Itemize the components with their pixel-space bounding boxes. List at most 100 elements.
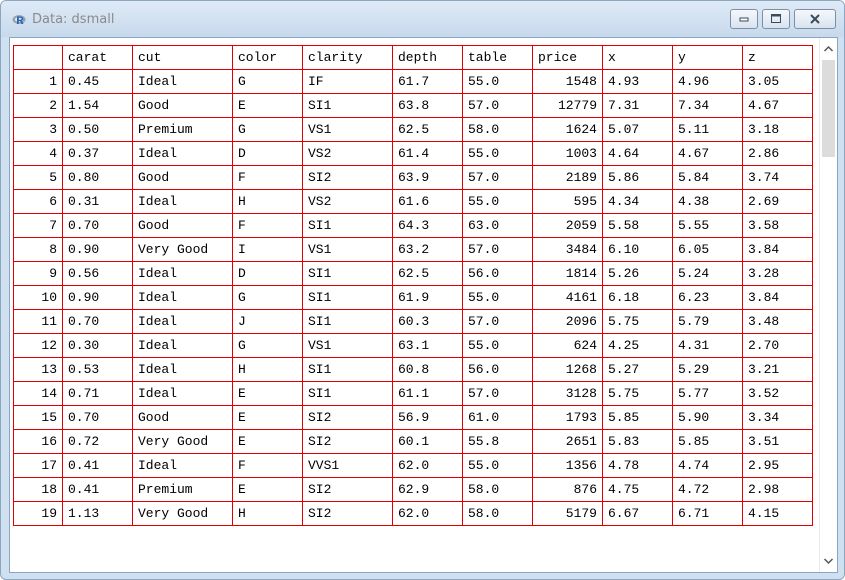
row-name-cell[interactable]: 9 <box>13 261 63 286</box>
cell-table[interactable]: 55.0 <box>462 141 533 166</box>
cell-z[interactable]: 4.15 <box>742 501 813 526</box>
row-name-cell[interactable]: 5 <box>13 165 63 190</box>
column-header-color[interactable]: color <box>232 45 303 70</box>
cell-z[interactable]: 3.28 <box>742 261 813 286</box>
cell-color[interactable]: H <box>232 501 303 526</box>
cell-cut[interactable]: Ideal <box>132 333 233 358</box>
cell-depth[interactable]: 62.0 <box>392 501 463 526</box>
column-header-x[interactable]: x <box>602 45 673 70</box>
cell-price[interactable]: 1268 <box>532 357 603 382</box>
scrollbar-thumb[interactable] <box>822 60 835 157</box>
cell-depth[interactable]: 62.9 <box>392 477 463 502</box>
cell-cut[interactable]: Good <box>132 93 233 118</box>
cell-clarity[interactable]: SI1 <box>302 285 393 310</box>
vertical-scrollbar[interactable] <box>819 38 837 572</box>
cell-y[interactable]: 4.31 <box>672 333 743 358</box>
cell-table[interactable]: 56.0 <box>462 357 533 382</box>
cell-z[interactable]: 3.58 <box>742 213 813 238</box>
cell-depth[interactable]: 61.4 <box>392 141 463 166</box>
cell-price[interactable]: 1356 <box>532 453 603 478</box>
cell-carat[interactable]: 0.72 <box>62 429 133 454</box>
cell-clarity[interactable]: SI2 <box>302 405 393 430</box>
cell-color[interactable]: H <box>232 357 303 382</box>
cell-y[interactable]: 6.05 <box>672 237 743 262</box>
cell-depth[interactable]: 63.8 <box>392 93 463 118</box>
cell-carat[interactable]: 0.31 <box>62 189 133 214</box>
column-header-z[interactable]: z <box>742 45 813 70</box>
cell-x[interactable]: 5.86 <box>602 165 673 190</box>
cell-table[interactable]: 55.0 <box>462 453 533 478</box>
cell-carat[interactable]: 0.41 <box>62 453 133 478</box>
cell-carat[interactable]: 0.45 <box>62 69 133 94</box>
cell-cut[interactable]: Ideal <box>132 141 233 166</box>
row-name-cell[interactable]: 13 <box>13 357 63 382</box>
cell-color[interactable]: H <box>232 189 303 214</box>
cell-table[interactable]: 58.0 <box>462 501 533 526</box>
cell-depth[interactable]: 60.1 <box>392 429 463 454</box>
cell-depth[interactable]: 63.2 <box>392 237 463 262</box>
cell-x[interactable]: 5.83 <box>602 429 673 454</box>
cell-y[interactable]: 5.77 <box>672 381 743 406</box>
cell-color[interactable]: G <box>232 333 303 358</box>
cell-z[interactable]: 2.86 <box>742 141 813 166</box>
cell-cut[interactable]: Very Good <box>132 237 233 262</box>
cell-carat[interactable]: 0.53 <box>62 357 133 382</box>
cell-color[interactable]: F <box>232 453 303 478</box>
cell-cut[interactable]: Ideal <box>132 189 233 214</box>
cell-carat[interactable]: 0.90 <box>62 237 133 262</box>
cell-price[interactable]: 2651 <box>532 429 603 454</box>
cell-y[interactable]: 7.34 <box>672 93 743 118</box>
row-name-cell[interactable]: 3 <box>13 117 63 142</box>
cell-z[interactable]: 3.21 <box>742 357 813 382</box>
cell-color[interactable]: G <box>232 69 303 94</box>
cell-price[interactable]: 3484 <box>532 237 603 262</box>
cell-clarity[interactable]: VS1 <box>302 333 393 358</box>
cell-x[interactable]: 5.75 <box>602 309 673 334</box>
cell-table[interactable]: 55.8 <box>462 429 533 454</box>
cell-z[interactable]: 3.48 <box>742 309 813 334</box>
cell-color[interactable]: D <box>232 261 303 286</box>
cell-clarity[interactable]: VS2 <box>302 141 393 166</box>
cell-table[interactable]: 57.0 <box>462 309 533 334</box>
cell-cut[interactable]: Ideal <box>132 69 233 94</box>
cell-cut[interactable]: Premium <box>132 477 233 502</box>
cell-table[interactable]: 57.0 <box>462 237 533 262</box>
cell-cut[interactable]: Ideal <box>132 285 233 310</box>
cell-z[interactable]: 3.52 <box>742 381 813 406</box>
cell-color[interactable]: D <box>232 141 303 166</box>
row-name-cell[interactable]: 19 <box>13 501 63 526</box>
cell-color[interactable]: E <box>232 405 303 430</box>
cell-y[interactable]: 5.85 <box>672 429 743 454</box>
cell-price[interactable]: 2189 <box>532 165 603 190</box>
cell-color[interactable]: E <box>232 429 303 454</box>
title-bar[interactable]: Data: dsmall <box>1 1 844 37</box>
cell-x[interactable]: 6.67 <box>602 501 673 526</box>
row-name-cell[interactable]: 1 <box>13 69 63 94</box>
cell-price[interactable]: 2059 <box>532 213 603 238</box>
cell-carat[interactable]: 0.70 <box>62 213 133 238</box>
cell-table[interactable]: 58.0 <box>462 477 533 502</box>
cell-table[interactable]: 55.0 <box>462 189 533 214</box>
cell-depth[interactable]: 62.0 <box>392 453 463 478</box>
cell-color[interactable]: F <box>232 165 303 190</box>
cell-color[interactable]: J <box>232 309 303 334</box>
cell-depth[interactable]: 61.6 <box>392 189 463 214</box>
row-name-cell[interactable]: 7 <box>13 213 63 238</box>
cell-price[interactable]: 1624 <box>532 117 603 142</box>
row-name-cell[interactable]: 2 <box>13 93 63 118</box>
cell-depth[interactable]: 61.9 <box>392 285 463 310</box>
minimize-button[interactable] <box>730 9 758 29</box>
cell-x[interactable]: 4.64 <box>602 141 673 166</box>
cell-cut[interactable]: Good <box>132 213 233 238</box>
cell-carat[interactable]: 0.70 <box>62 309 133 334</box>
cell-price[interactable]: 595 <box>532 189 603 214</box>
cell-x[interactable]: 4.25 <box>602 333 673 358</box>
cell-depth[interactable]: 60.3 <box>392 309 463 334</box>
cell-z[interactable]: 2.70 <box>742 333 813 358</box>
cell-color[interactable]: F <box>232 213 303 238</box>
cell-x[interactable]: 5.07 <box>602 117 673 142</box>
cell-y[interactable]: 4.72 <box>672 477 743 502</box>
cell-clarity[interactable]: SI2 <box>302 429 393 454</box>
cell-cut[interactable]: Ideal <box>132 453 233 478</box>
cell-table[interactable]: 58.0 <box>462 117 533 142</box>
